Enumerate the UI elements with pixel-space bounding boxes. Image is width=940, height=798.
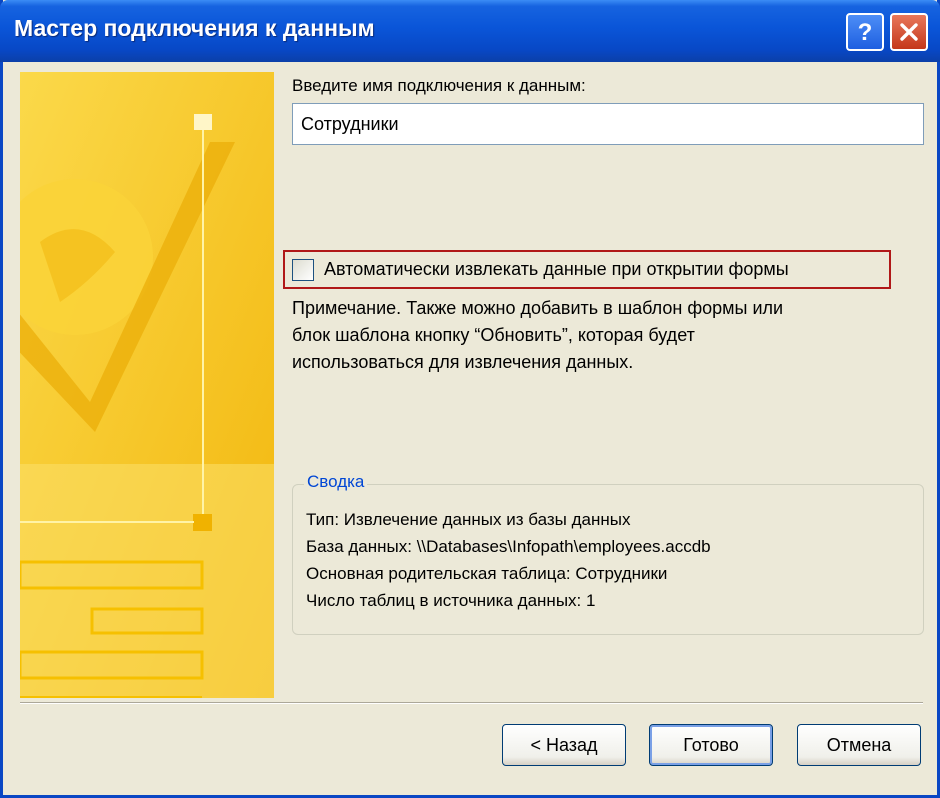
summary-title: Сводка (304, 472, 368, 492)
finish-button[interactable]: Готово (649, 724, 773, 766)
note-line: блок шаблона кнопку “Обновить”, которая … (292, 325, 695, 345)
summary-table-count: Число таблиц в источника данных: 1 (306, 591, 596, 610)
cancel-button[interactable]: Отмена (797, 724, 921, 766)
close-button[interactable] (890, 13, 928, 51)
title-bar[interactable]: Мастер подключения к данным ? (0, 0, 940, 62)
connection-name-input[interactable] (292, 103, 924, 145)
note-line: использоваться для извлечения данных. (292, 352, 634, 372)
connection-name-label: Введите имя подключения к данным: (292, 76, 586, 95)
back-button[interactable]: < Назад (502, 724, 626, 766)
refresh-button-note: Примечание. Также можно добавить в шабло… (292, 295, 912, 376)
auto-retrieve-label[interactable]: Автоматически извлекать данные при откры… (324, 259, 789, 280)
help-icon: ? (854, 19, 876, 45)
summary-group-box (292, 484, 924, 635)
auto-retrieve-option[interactable]: Автоматически извлекать данные при откры… (283, 250, 891, 289)
svg-text:?: ? (858, 19, 873, 45)
summary-database: База данных: \\Databases\Infopath\employ… (306, 537, 711, 556)
data-connection-wizard-window: Мастер подключения к данным ? Введите им… (0, 0, 940, 798)
auto-retrieve-checkbox[interactable] (292, 258, 314, 281)
wizard-side-graphic (20, 72, 274, 698)
summary-main-table: Основная родительская таблица: Сотрудник… (306, 564, 668, 583)
close-icon (899, 22, 919, 42)
help-button[interactable]: ? (846, 13, 884, 51)
button-separator (20, 702, 923, 704)
summary-type: Тип: Извлечение данных из базы данных (306, 510, 631, 529)
note-line: Примечание. Также можно добавить в шабло… (292, 298, 784, 318)
window-title: Мастер подключения к данным (14, 15, 375, 41)
